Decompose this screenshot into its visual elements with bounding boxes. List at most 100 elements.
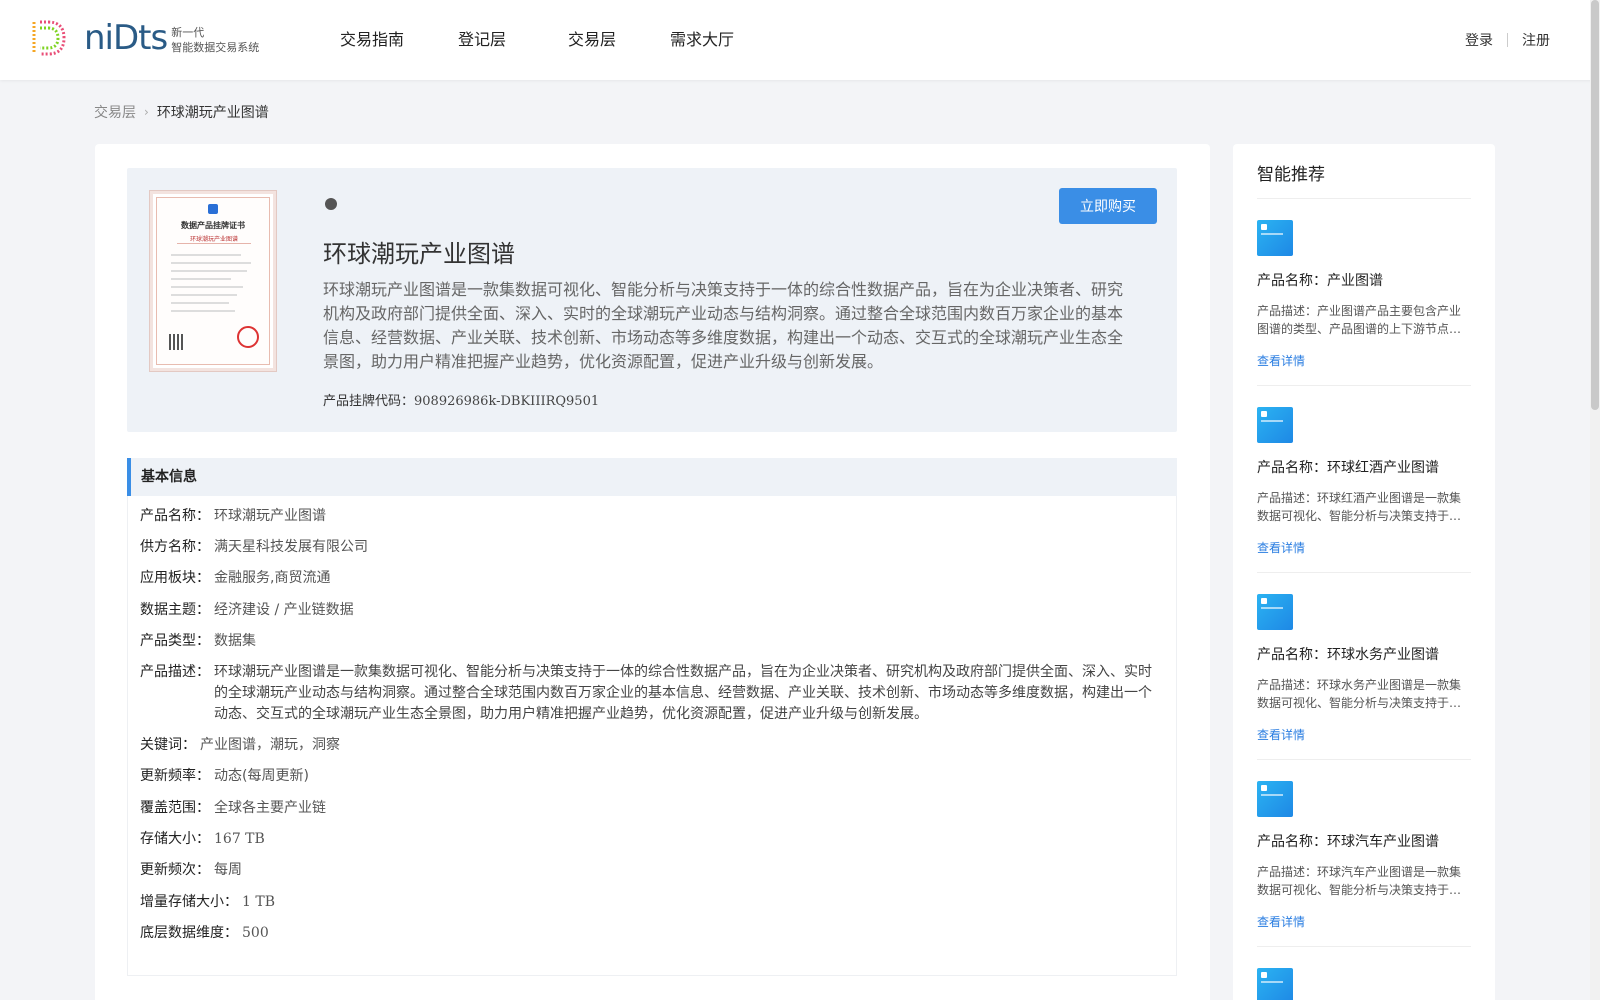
info-key: 底层数据维度： — [140, 925, 238, 941]
register-link[interactable]: 注册 — [1522, 30, 1550, 50]
info-value: 满天星科技发展有限公司 — [214, 539, 368, 555]
auth-divider — [1507, 33, 1508, 47]
info-row-supplier: 供方名称： 满天星科技发展有限公司 — [140, 537, 368, 558]
logo-subtitle-line1: 新一代 — [171, 26, 205, 39]
chevron-right-icon: › — [144, 105, 149, 119]
info-key: 产品类型： — [140, 633, 210, 649]
recommendation-card[interactable]: 产品名称：产业图谱 产品描述：产业图谱产品主要包含产业图谱的类型、产品图谱的上下… — [1257, 220, 1471, 386]
view-details-link[interactable]: 查看详情 — [1257, 539, 1471, 556]
product-title: 环球潮玩产业图谱 — [323, 240, 515, 268]
product-description: 环球潮玩产业图谱是一款集数据可视化、智能分析与决策支持于一体的综合性数据产品，旨… — [323, 280, 1124, 371]
product-hero: 数据产品挂牌证书 环球潮玩产业图谱 立即购买 环球潮玩产业图谱 环球潮玩产业图谱… — [127, 168, 1177, 432]
recommendations-title: 智能推荐 — [1257, 165, 1325, 185]
listing-certificate-image[interactable]: 数据产品挂牌证书 环球潮玩产业图谱 — [149, 190, 277, 372]
recommendation-card[interactable]: 产品名称：环球水务产业图谱 产品描述：环球水务产业图谱是一款集数据可视化、智能分… — [1257, 594, 1471, 760]
recommendation-name[interactable]: 产品名称：环球汽车产业图谱 — [1257, 831, 1471, 851]
info-value: 167 TB — [214, 831, 265, 847]
info-key: 更新频次： — [140, 862, 210, 878]
recommendation-card[interactable]: 产品名称：环球红酒产业图谱 产品描述：环球红酒产业图谱是一款集数据可视化、智能分… — [1257, 407, 1471, 573]
logo[interactable]: niDts 新一代 智能数据交易系统 — [28, 18, 259, 58]
recommendation-name[interactable]: 产品名称：环球水务产业图谱 — [1257, 644, 1471, 664]
recommendation-description: 产品描述：环球水务产业图谱是一款集数据可视化、智能分析与决策支持于一体的综合性数… — [1257, 678, 1462, 710]
nav-demand-hall[interactable]: 需求大厅 — [670, 0, 734, 80]
view-details-link[interactable]: 查看详情 — [1257, 726, 1471, 743]
view-details-link[interactable]: 查看详情 — [1257, 913, 1471, 930]
info-key: 应用板块： — [140, 570, 210, 586]
breadcrumb: 交易层 › 环球潮玩产业图谱 — [94, 102, 269, 122]
info-value: 产业图谱，潮玩，洞察 — [200, 737, 340, 753]
seal-stamp-icon — [237, 326, 259, 348]
view-details-link[interactable]: 查看详情 — [1257, 352, 1471, 369]
info-key: 更新频率： — [140, 768, 210, 784]
qr-code-icon — [169, 334, 185, 350]
info-value: 环球潮玩产业图谱是一款集数据可视化、智能分析与决策支持于一体的综合性数据产品，旨… — [214, 664, 1152, 722]
nav-trade-layer[interactable]: 交易层 — [568, 0, 616, 80]
basic-info-heading: 基本信息 — [127, 458, 1177, 496]
basic-info-table: 产品名称： 环球潮玩产业图谱 供方名称： 满天星科技发展有限公司 应用板块： 金融服务… — [127, 496, 1177, 976]
recommendation-name[interactable]: 产品名称：环球红酒产业图谱 — [1257, 457, 1471, 477]
product-thumbnail-icon[interactable] — [1257, 781, 1293, 817]
login-link[interactable]: 登录 — [1465, 30, 1493, 50]
certificate-text-line — [171, 310, 235, 312]
nav-trade-guide[interactable]: 交易指南 — [340, 0, 404, 80]
logo-subtitle: 新一代 智能数据交易系统 — [171, 25, 259, 55]
certificate-text-line — [171, 286, 243, 288]
info-row-product-type: 产品类型： 数据集 — [140, 631, 256, 652]
breadcrumb-parent[interactable]: 交易层 — [94, 102, 136, 122]
info-key: 增量存储大小： — [140, 894, 238, 910]
info-key: 数据主题： — [140, 602, 210, 618]
info-row-description: 产品描述： 环球潮玩产业图谱是一款集数据可视化、智能分析与决策支持于一体的综合性数… — [140, 662, 1164, 725]
info-key: 关键词： — [140, 737, 196, 753]
info-value: 每周 — [214, 862, 242, 878]
info-row-product-name: 产品名称： 环球潮玩产业图谱 — [140, 506, 326, 527]
recommendation-card[interactable]: 产品名称：环球汽车产业图谱 产品描述：环球汽车产业图谱是一款集数据可视化、智能分… — [1257, 781, 1471, 947]
page-scrollbar[interactable] — [1590, 0, 1600, 1000]
divider — [1257, 385, 1471, 386]
breadcrumb-current: 环球潮玩产业图谱 — [156, 105, 269, 121]
product-thumbnail-icon[interactable] — [1257, 594, 1293, 630]
info-value: 金融服务,商贸流通 — [214, 570, 331, 586]
info-row-data-dimensions: 底层数据维度： 500 — [140, 923, 269, 944]
logo-mark-icon — [32, 20, 66, 56]
certificate-product-name: 环球潮玩产业图谱 — [177, 234, 251, 244]
product-listing-code: 产品挂牌代码：908926986k-DBKIIIRQ9501 — [323, 390, 599, 409]
nav-registration-layer[interactable]: 登记层 — [458, 0, 506, 80]
top-header: niDts 新一代 智能数据交易系统 交易指南 登记层 交易层 需求大厅 登录 … — [0, 0, 1600, 80]
page-scrollbar-thumb[interactable] — [1591, 0, 1599, 410]
info-key: 存储大小： — [140, 831, 210, 847]
certificate-text-line — [171, 294, 237, 296]
certificate-frame: 数据产品挂牌证书 环球潮玩产业图谱 — [156, 197, 270, 365]
product-thumbnail-icon[interactable] — [1257, 968, 1293, 1000]
logo-wordmark: niDts — [84, 18, 168, 58]
info-row-application: 应用板块： 金融服务,商贸流通 — [140, 568, 330, 589]
divider — [1257, 759, 1471, 760]
info-row-coverage: 覆盖范围： 全球各主要产业链 — [140, 798, 326, 819]
recommendation-description: 产品描述：环球汽车产业图谱是一款集数据可视化、智能分析与决策支持于一体的综合性数… — [1257, 865, 1462, 897]
info-key: 产品描述： — [140, 664, 210, 680]
divider — [1257, 572, 1471, 573]
listing-code-label: 产品挂牌代码： — [323, 394, 415, 409]
product-thumbnail-icon[interactable] — [1257, 220, 1293, 256]
info-row-keywords: 关键词： 产业图谱，潮玩，洞察 — [140, 735, 340, 756]
info-row-update-frequency: 更新频率： 动态(每周更新) — [140, 766, 309, 787]
product-thumbnail-icon[interactable] — [1257, 407, 1293, 443]
recommendation-name[interactable]: 产品名称：产业图谱 — [1257, 270, 1471, 290]
certificate-text-line — [171, 254, 241, 256]
certificate-text-line — [171, 270, 247, 272]
info-value: 动态(每周更新) — [214, 768, 309, 784]
info-row-storage-size: 存储大小： 167 TB — [140, 829, 265, 850]
recommendation-card[interactable] — [1257, 968, 1471, 1000]
info-key: 产品名称： — [140, 508, 210, 524]
divider — [1257, 198, 1471, 199]
buy-now-button[interactable]: 立即购买 — [1059, 188, 1157, 224]
certificate-text-line — [171, 278, 231, 280]
info-value: 500 — [242, 925, 269, 941]
info-key: 覆盖范围： — [140, 800, 210, 816]
certificate-text-line — [171, 262, 251, 264]
info-row-update-cadence: 更新频次： 每周 — [140, 860, 242, 881]
info-value: 1 TB — [242, 894, 275, 910]
info-value: 数据集 — [214, 633, 256, 649]
logo-subtitle-line2: 智能数据交易系统 — [171, 41, 260, 54]
divider — [1257, 946, 1471, 947]
product-detail-panel: 数据产品挂牌证书 环球潮玩产业图谱 立即购买 环球潮玩产业图谱 环球潮玩产业图谱… — [95, 144, 1210, 1000]
